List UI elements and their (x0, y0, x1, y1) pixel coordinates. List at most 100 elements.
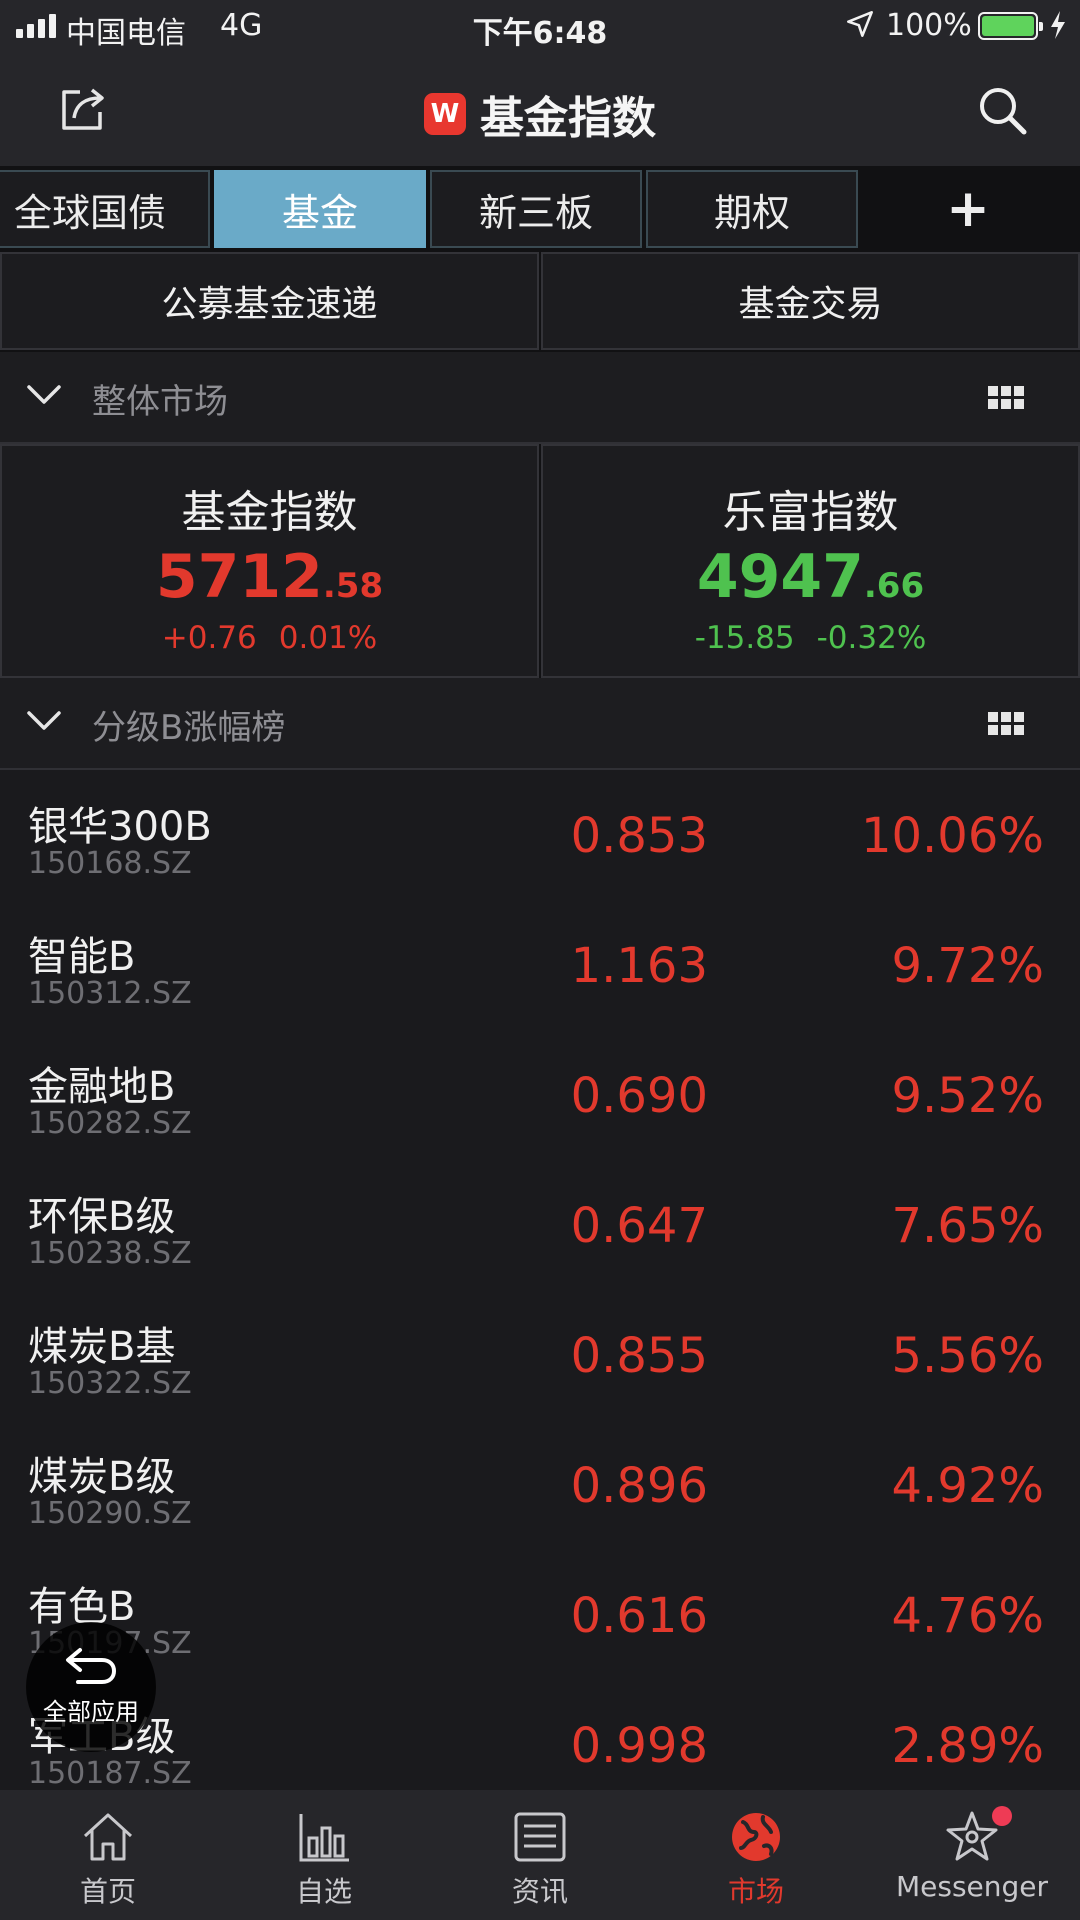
tab-label: 自选 (295, 1875, 352, 1908)
fund-change-percent: 4.76% (891, 1588, 1044, 1644)
tab-funds[interactable]: 基金 (214, 170, 426, 248)
fund-change-percent: 10.06% (860, 808, 1044, 864)
section-title: 整体市场 (92, 382, 228, 422)
fund-code: 150238.SZ (28, 1236, 192, 1271)
navigation-bar: W 基金指数 (0, 52, 1080, 166)
index-card[interactable]: 乐富指数 4947.66 -15.85 -0.32% (541, 444, 1080, 678)
fund-price: 0.998 (570, 1718, 708, 1774)
page-title-group: W 基金指数 (0, 82, 1080, 146)
list-item[interactable]: 煤炭B基 150322.SZ 0.855 5.56% (0, 1292, 1080, 1422)
app-logo-icon: W (424, 93, 466, 135)
fund-change-percent: 2.89% (891, 1718, 1044, 1774)
fund-price: 0.896 (570, 1458, 708, 1514)
index-change: -15.85 -0.32% (543, 620, 1078, 656)
fund-code: 150290.SZ (28, 1496, 192, 1531)
index-name: 乐富指数 (722, 487, 899, 538)
tab-label: 首页 (79, 1875, 136, 1908)
status-bar: 中国电信 4G 下午6:48 100% (0, 0, 1080, 52)
tab-messenger[interactable]: Messenger (864, 1790, 1080, 1920)
public-fund-express-button[interactable]: 公募基金速递 (0, 252, 539, 350)
chevron-down-icon[interactable] (26, 708, 62, 734)
fund-name: 金融地B (28, 1064, 176, 1110)
list-item[interactable]: 煤炭B级 150290.SZ 0.896 4.92% (0, 1422, 1080, 1552)
battery-percent: 100% (886, 8, 972, 43)
page-title: 基金指数 (480, 93, 656, 144)
notification-dot (992, 1806, 1012, 1826)
all-apps-label: 全部应用 (43, 1698, 139, 1726)
fund-price: 0.855 (570, 1328, 708, 1384)
fund-code: 150187.SZ (28, 1756, 192, 1791)
list-item[interactable]: 智能B 150312.SZ 1.163 9.72% (0, 902, 1080, 1032)
fund-name: 智能B (28, 934, 136, 980)
index-value-integer: 4947 (696, 542, 864, 612)
fund-name: 煤炭B级 (28, 1454, 176, 1500)
fund-code: 150168.SZ (28, 846, 192, 881)
fund-name: 煤炭B基 (28, 1324, 176, 1370)
fund-price: 0.690 (570, 1068, 708, 1124)
search-icon[interactable] (976, 84, 1028, 136)
fund-name: 银华300B (28, 804, 212, 850)
fund-code: 150322.SZ (28, 1366, 192, 1401)
fund-name: 环保B级 (28, 1194, 176, 1240)
index-change-amount: +0.76 (161, 620, 257, 656)
fund-code: 150312.SZ (28, 976, 192, 1011)
index-name: 基金指数 (181, 487, 358, 538)
index-change-percent: 0.01% (278, 620, 378, 656)
tab-label: Messenger (895, 1870, 1049, 1903)
tab-watchlist[interactable]: 自选 (216, 1790, 432, 1920)
list-item[interactable]: 银华300B 150168.SZ 0.853 10.06% (0, 772, 1080, 902)
news-icon (514, 1812, 566, 1862)
list-item[interactable]: 金融地B 150282.SZ 0.690 9.52% (0, 1032, 1080, 1162)
tab-global-bonds[interactable]: 全球国债 (0, 170, 210, 248)
add-tab-button[interactable]: + (862, 170, 1074, 248)
fund-price: 0.616 (570, 1588, 708, 1644)
index-change-percent: -0.32% (816, 620, 927, 656)
tab-options[interactable]: 期权 (646, 170, 858, 248)
index-change: +0.76 0.01% (2, 620, 537, 656)
index-change-amount: -15.85 (694, 620, 795, 656)
chevron-down-icon[interactable] (26, 382, 62, 408)
section-header-market[interactable]: 整体市场 (0, 352, 1080, 444)
fund-change-percent: 7.65% (891, 1198, 1044, 1254)
index-cards: 基金指数 5712.58 +0.76 0.01% 乐富指数 4947.66 -15… (0, 444, 1080, 678)
tab-news[interactable]: 资讯 (432, 1790, 648, 1920)
bottom-tab-bar: 首页 自选 资讯 市场 Messenger (0, 1790, 1080, 1920)
tab-market[interactable]: 市场 (648, 1790, 864, 1920)
tab-home[interactable]: 首页 (0, 1790, 216, 1920)
all-apps-floating-button[interactable]: 全部应用 (26, 1622, 156, 1752)
index-value-integer: 5712 (155, 542, 323, 612)
fund-change-percent: 9.72% (891, 938, 1044, 994)
fund-change-percent: 4.92% (891, 1458, 1044, 1514)
globe-icon (732, 1813, 780, 1861)
index-value: 4947.66 (543, 542, 1078, 612)
home-icon (83, 1813, 133, 1861)
category-tabs: 全球国债 基金 新三板 期权 + (0, 166, 1080, 250)
fund-price: 0.647 (570, 1198, 708, 1254)
fund-price: 1.163 (570, 938, 708, 994)
section-header-ranking[interactable]: 分级B涨幅榜 (0, 678, 1080, 770)
tab-label: 资讯 (511, 1875, 568, 1908)
fund-change-percent: 5.56% (891, 1328, 1044, 1384)
return-arrow-icon (66, 1648, 117, 1684)
index-value: 5712.58 (2, 542, 537, 612)
sub-tabs: 公募基金速递 基金交易 (0, 250, 1080, 352)
index-value-decimal: .58 (322, 566, 384, 606)
grid-view-icon[interactable] (988, 386, 1024, 410)
charging-bolt-icon (1051, 11, 1065, 39)
list-item[interactable]: 环保B级 150238.SZ 0.647 7.65% (0, 1162, 1080, 1292)
index-card[interactable]: 基金指数 5712.58 +0.76 0.01% (0, 444, 539, 678)
fund-price: 0.853 (570, 808, 708, 864)
tab-new-third-board[interactable]: 新三板 (430, 170, 642, 248)
fund-code: 150282.SZ (28, 1106, 192, 1141)
bar-chart-icon (299, 1814, 349, 1862)
fund-trading-button[interactable]: 基金交易 (541, 252, 1080, 350)
battery-icon (978, 12, 1043, 40)
index-value-decimal: .66 (863, 566, 925, 606)
fund-change-percent: 9.52% (891, 1068, 1044, 1124)
location-arrow-icon (847, 11, 873, 37)
fund-list: 银华300B 150168.SZ 0.853 10.06% 智能B 150312… (0, 772, 1080, 1812)
section-title: 分级B涨幅榜 (92, 708, 286, 748)
tab-label: 市场 (727, 1875, 784, 1908)
list-item[interactable]: 有色B 150197.SZ 0.616 4.76% (0, 1552, 1080, 1682)
grid-view-icon[interactable] (988, 712, 1024, 736)
